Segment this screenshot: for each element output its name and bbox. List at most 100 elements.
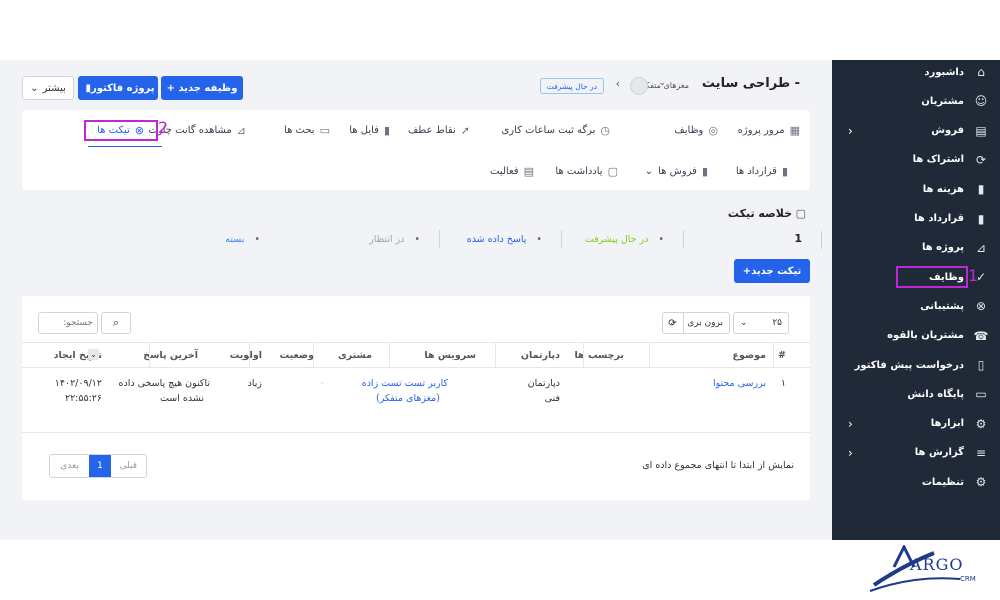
sidebar-item-label: گزارش ها: [914, 447, 964, 459]
cell-department-2: فنی: [544, 393, 560, 404]
summary-status-label: بسته: [225, 234, 245, 245]
tab-label: برگه ثبت ساعات کاری: [501, 125, 596, 136]
new-ticket-button[interactable]: +تیکت جدید: [734, 259, 810, 283]
summary-count: 1: [794, 232, 802, 245]
logo-text: ARGO: [910, 555, 964, 574]
new-task-button[interactable]: + وظیفه جدید: [161, 76, 243, 100]
cell-customer-2[interactable]: (مغزهای متفکر): [376, 393, 440, 404]
document-icon: ▮: [977, 182, 985, 197]
avatar: [630, 77, 648, 95]
folder-icon: ▭: [975, 387, 987, 402]
sidebar-item[interactable]: مشتریان ☺: [832, 87, 1000, 115]
column-header[interactable]: مشتری: [338, 350, 372, 361]
tab-item[interactable]: وظایف ◎: [674, 124, 718, 137]
tab-item[interactable]: فعالیت ▤: [490, 165, 534, 178]
more-button[interactable]: ⌄ بیشتر: [22, 76, 74, 100]
sidebar-item[interactable]: › ابزارها ⚙: [832, 410, 1000, 438]
invoice-project-button[interactable]: ▮ پروژه فاکتور: [78, 76, 158, 100]
chevron-left-icon[interactable]: ‹: [616, 77, 620, 90]
cell-customer-1[interactable]: کاربر تست تست زاده: [362, 378, 448, 389]
cell-subject[interactable]: بررسی محتوا: [713, 378, 766, 389]
tab-item[interactable]: بحث ها ▭: [284, 124, 330, 137]
column-header[interactable]: آخرین پاسخ: [143, 350, 198, 361]
search-input[interactable]: [38, 312, 98, 334]
pagination: بعدی 1 قبلی: [49, 454, 147, 478]
cell-last-reply-1: تاکنون هیچ پاسخی داده: [118, 378, 210, 389]
tab-label: مرور پروژه: [737, 125, 785, 136]
page-size-select[interactable]: ⌄ ۲۵: [733, 312, 789, 334]
tab-label: یادداشت ها: [555, 166, 603, 177]
column-header[interactable]: دپارتمان: [521, 350, 560, 361]
tab-label: قرارداد ها: [735, 166, 777, 177]
summary-status-label: پاسخ داده شده: [466, 234, 527, 245]
column-header[interactable]: وضعیت: [280, 350, 314, 361]
table-footer-divider: [22, 432, 810, 433]
chevron-down-icon[interactable]: ⌄: [658, 78, 666, 88]
column-divider: [773, 342, 774, 368]
tab-label: فروش ها: [658, 166, 697, 177]
summary-file-icon: ▢: [795, 207, 806, 220]
sidebar-item[interactable]: پروژه ها ⊿: [832, 234, 1000, 262]
tab-item[interactable]: نقاط عطف ➚: [408, 124, 470, 137]
sidebar-item[interactable]: › فروش ▤: [832, 117, 1000, 145]
summary-divider: [561, 230, 562, 248]
search-icon: ⌕: [112, 316, 120, 329]
summary-status[interactable]: بسته •: [225, 234, 260, 245]
report-icon: ≡: [975, 445, 987, 460]
sidebar-item[interactable]: قرارداد ها ▮: [832, 205, 1000, 233]
sidebar-item-label: پشتیبانی: [920, 300, 964, 312]
file-icon: ▯: [977, 358, 985, 372]
sidebar-item-label: پایگاه دانش: [907, 388, 964, 400]
sidebar-item[interactable]: مشتریان بالقوه ☎: [832, 322, 1000, 350]
sidebar-item-label: اشتراک ها: [912, 154, 964, 166]
sidebar-item-label: مشتریان بالقوه: [887, 330, 964, 342]
column-header[interactable]: موضوع: [733, 350, 766, 361]
sidebar-item[interactable]: درخواست پیش فاکتور ▯: [832, 351, 1000, 379]
summary-status[interactable]: در حال پیشرفت •: [585, 234, 664, 245]
current-page-button[interactable]: 1: [89, 455, 111, 477]
bullet-icon: •: [536, 234, 542, 245]
tab-item[interactable]: برگه ثبت ساعات کاری ◷: [501, 124, 610, 137]
column-header[interactable]: سرویس ها: [424, 350, 476, 361]
sidebar-item[interactable]: هزینه ها ▮: [832, 175, 1000, 203]
tab-item[interactable]: فایل ها ▮: [349, 124, 390, 137]
column-header[interactable]: #: [778, 350, 786, 361]
refresh-icon: ⟳: [975, 152, 987, 167]
argo-logo: ARGO CRM: [864, 543, 984, 595]
summary-status[interactable]: پاسخ داده شده •: [467, 234, 542, 245]
search-button[interactable]: ⌕: [101, 312, 131, 334]
column-divider: [313, 342, 314, 368]
summary-status[interactable]: در انتظار •: [369, 234, 420, 245]
main-content: طراحی سایت - مغزهای متفکر ⌄ ‹ در حال پیش…: [0, 60, 832, 540]
summary-status-label: در انتظار: [369, 234, 405, 245]
contract-icon: ▮: [781, 165, 788, 178]
tab-item[interactable]: ⌄ فروش ها ▮: [645, 165, 708, 178]
cell-last-reply-2: نشده است: [159, 393, 204, 404]
tickets-highlight-box: [84, 120, 158, 141]
sidebar-item[interactable]: پشتیبانی ⊗: [832, 292, 1000, 320]
receipt-icon: ▮: [701, 165, 708, 178]
prev-page-button[interactable]: قبلی: [111, 455, 146, 477]
sidebar-item[interactable]: تنظیمات ⚙: [832, 468, 1000, 496]
bullet-icon: •: [414, 234, 420, 245]
lifebuoy-icon: ⊗: [975, 299, 987, 314]
user-icon: ☺: [974, 94, 988, 109]
clock-icon: ◷: [600, 124, 610, 137]
sidebar-item[interactable]: داشبورد ⌂: [832, 58, 1000, 86]
page-title: طراحی سایت -: [701, 76, 800, 91]
home-icon: ⌂: [977, 65, 985, 79]
tab-item[interactable]: مرور پروژه ▦: [738, 124, 800, 137]
sort-icon[interactable]: ⌄: [88, 349, 99, 360]
sidebar-item[interactable]: اشتراک ها ⟳: [832, 146, 1000, 174]
next-page-button[interactable]: بعدی: [50, 455, 89, 477]
tab-item[interactable]: قرارداد ها ▮: [736, 165, 788, 178]
column-divider: [495, 342, 496, 368]
tab-item[interactable]: یادداشت ها ▢: [555, 165, 618, 178]
more-label: بیشتر: [42, 82, 66, 94]
sidebar-item[interactable]: › گزارش ها ≡: [832, 439, 1000, 467]
tty-icon: ☎: [973, 328, 989, 343]
reload-button[interactable]: ⟳: [662, 312, 684, 334]
sidebar-item[interactable]: پایگاه دانش ▭: [832, 380, 1000, 408]
column-header[interactable]: اولویت: [230, 350, 262, 361]
column-header[interactable]: برچسب ها: [574, 350, 624, 361]
